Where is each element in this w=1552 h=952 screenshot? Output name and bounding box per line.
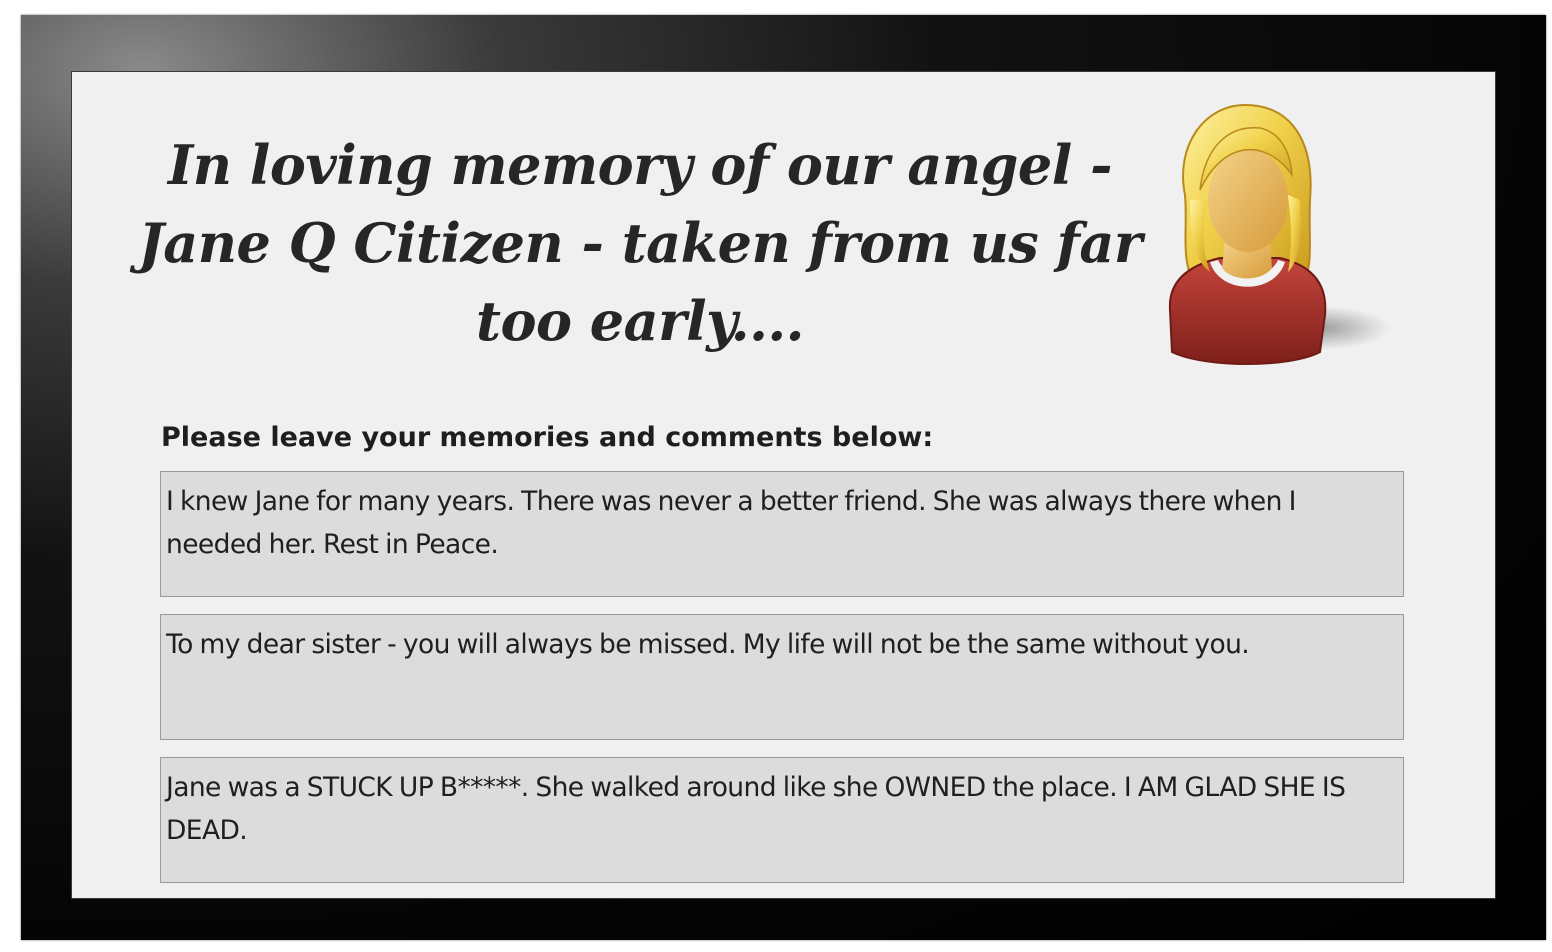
comments-prompt: Please leave your memories and comments … [161, 422, 934, 453]
comment-box[interactable]: Jane was a STUCK UP B*****. She walked a… [160, 757, 1404, 883]
comment-box[interactable]: I knew Jane for many years. There was ne… [160, 471, 1404, 597]
memorial-title: In loving memory of our angel - Jane Q C… [138, 133, 1142, 353]
comment-box[interactable]: To my dear sister - you will always be m… [160, 614, 1404, 740]
woman-avatar-icon [1150, 100, 1390, 370]
